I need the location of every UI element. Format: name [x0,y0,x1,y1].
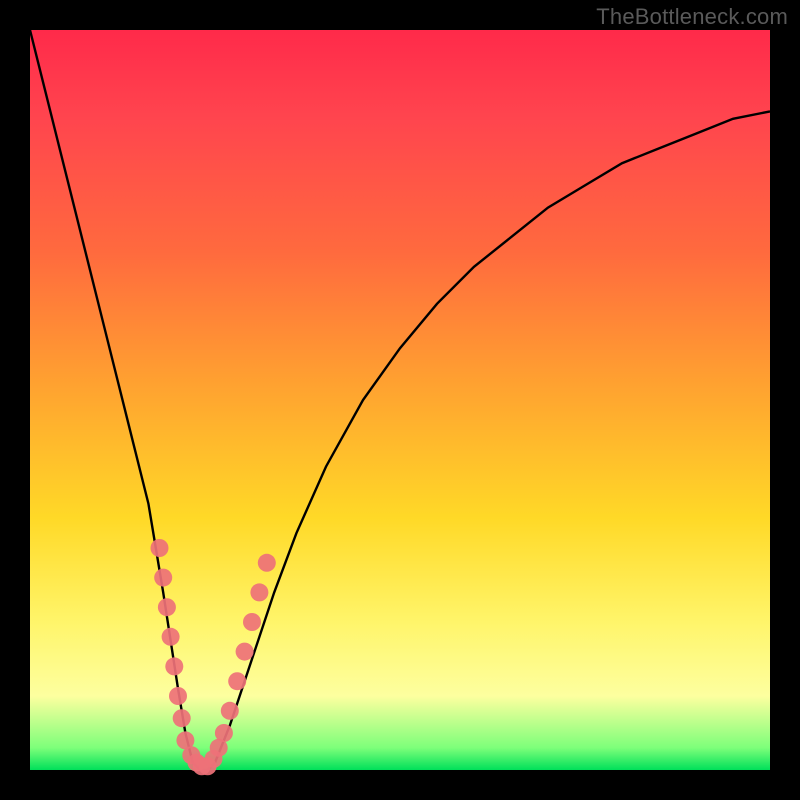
sample-point [154,569,172,587]
sample-point [236,643,254,661]
sample-point [215,724,233,742]
sample-point [221,702,239,720]
sample-point [228,672,246,690]
sample-point [258,554,276,572]
sample-point [250,583,268,601]
chart-frame: TheBottleneck.com [0,0,800,800]
sample-points-group [151,539,276,775]
plot-area [30,30,770,770]
sample-point [169,687,187,705]
watermark-text: TheBottleneck.com [596,4,788,30]
curve-svg [30,30,770,770]
sample-point [162,628,180,646]
bottleneck-curve [30,30,770,770]
sample-point [173,709,191,727]
sample-point [158,598,176,616]
sample-point [165,657,183,675]
sample-point [151,539,169,557]
sample-point [243,613,261,631]
